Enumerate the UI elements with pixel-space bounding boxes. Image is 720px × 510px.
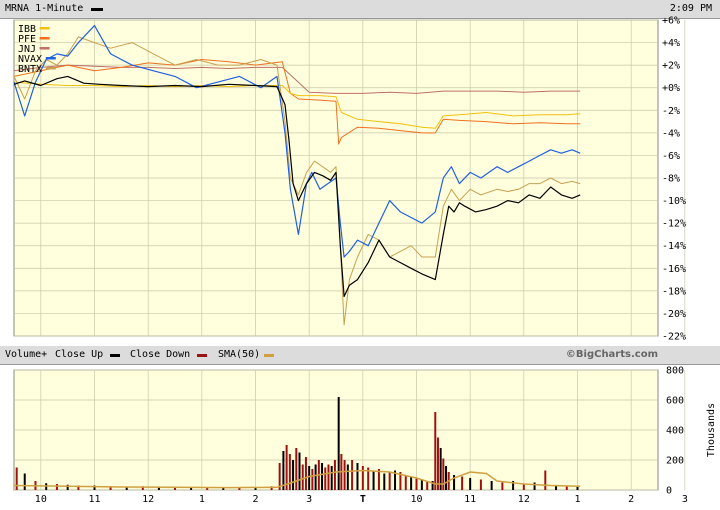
volume-bar — [383, 473, 386, 490]
x-tick-label: 2 — [252, 494, 258, 505]
chart-svg: +6% +4% +2% +0% -2% -4% -6% -8% -10% -12% -14% -16%… — [13, 16, 717, 505]
volume-bar — [576, 487, 579, 490]
volume-y-tick-label: 400 — [666, 426, 684, 437]
volume-bar — [337, 397, 340, 490]
x-tick-label: 12 — [142, 494, 154, 505]
volume-bar — [304, 457, 307, 490]
price-y-tick-label: -18% — [662, 286, 686, 297]
x-tick-label: 10 — [35, 494, 47, 505]
legend-swatch-jnj — [39, 47, 50, 50]
volume-bar — [404, 475, 407, 490]
legend-swatch-nvax — [45, 57, 56, 60]
volume-bar — [330, 466, 333, 490]
x-tick-label: 11 — [88, 494, 100, 505]
volume-bar — [23, 473, 26, 490]
volume-bar — [55, 484, 58, 490]
volume-bar — [490, 481, 493, 490]
volume-bar — [410, 476, 413, 490]
x-tick-label: T — [360, 494, 366, 505]
volume-bar — [282, 451, 285, 490]
x-tick-label: 3 — [682, 494, 688, 505]
x-tick-label: 2 — [628, 494, 634, 505]
price-y-tick-label: -12% — [662, 219, 686, 230]
volume-bar — [372, 470, 375, 490]
price-y-tick-label: -22% — [662, 332, 686, 343]
price-axis: +6% +4% +2% +0% -2% -4% -6% -8% -10% -12% -14% -16%… — [662, 16, 686, 343]
volume-bar — [311, 469, 314, 490]
volume-bar — [308, 466, 311, 490]
x-tick-label: 12 — [518, 494, 530, 505]
legend-swatch-ibb — [39, 27, 50, 30]
volume-bar — [501, 482, 504, 490]
price-y-tick-label: -4% — [662, 128, 680, 139]
volume-bar — [295, 448, 298, 490]
volume-bar — [66, 484, 69, 490]
volume-y-axis-title: Thousands — [706, 403, 717, 457]
price-y-tick-label: -8% — [662, 174, 680, 185]
price-y-tick-label: -14% — [662, 241, 686, 252]
volume-bar — [544, 470, 547, 490]
price-y-tick-label: +6% — [662, 16, 680, 27]
volume-bar — [351, 460, 354, 490]
volume-bar — [461, 476, 464, 490]
price-y-tick-label: -2% — [662, 106, 680, 117]
price-y-tick-label: -6% — [662, 151, 680, 162]
volume-bar — [469, 478, 472, 490]
legend-label-bntx: BNTX — [18, 64, 42, 75]
volume-bar — [288, 454, 291, 490]
volume-bar — [356, 463, 359, 490]
volume-bar — [298, 452, 301, 490]
volume-bar — [292, 460, 295, 490]
price-y-tick-label: +2% — [662, 61, 680, 72]
volume-bar — [445, 466, 448, 490]
volume-y-tick-label: 800 — [666, 366, 684, 377]
volume-bar — [346, 464, 349, 490]
price-y-tick-label: +0% — [662, 83, 680, 94]
volume-bar — [15, 467, 18, 490]
volume-bar — [333, 460, 336, 490]
x-tick-label: 10 — [410, 494, 422, 505]
x-tick-label: 1 — [574, 494, 580, 505]
volume-bar — [301, 464, 304, 490]
price-y-tick-label: -20% — [662, 309, 686, 320]
volume-bar — [533, 482, 536, 490]
legend-swatch-bntx — [45, 67, 56, 70]
volume-bar — [324, 467, 327, 490]
volume-bar — [415, 478, 418, 490]
volume-bar — [361, 466, 364, 490]
x-axis: 10 11 12 1 2 3 T 10 11 12 1 2 3 — [35, 494, 688, 505]
price-y-tick-label: +4% — [662, 38, 680, 49]
x-tick-label: 1 — [199, 494, 205, 505]
legend-swatch-pfe — [39, 37, 50, 40]
volume-bar — [442, 458, 445, 490]
chart-frame: MRNA 1-Minute 2:09 PM Volume+ Close Up C… — [0, 0, 720, 510]
price-y-tick-label: -16% — [662, 264, 686, 275]
volume-bar — [285, 445, 288, 490]
volume-bar — [522, 484, 525, 490]
x-tick-label: 11 — [464, 494, 476, 505]
volume-bar — [479, 479, 482, 490]
volume-bar — [436, 437, 439, 490]
volume-bar — [420, 479, 423, 490]
volume-bar — [343, 460, 346, 490]
volume-y-tick-label: 200 — [666, 456, 684, 467]
x-tick-label: 3 — [306, 494, 312, 505]
volume-bar — [388, 472, 391, 490]
volume-bar — [314, 464, 317, 490]
volume-bar — [434, 412, 437, 490]
price-y-tick-label: -10% — [662, 196, 686, 207]
volume-y-tick-label: 600 — [666, 396, 684, 407]
volume-bar — [327, 464, 330, 490]
volume-y-tick-label: 0 — [666, 486, 672, 497]
volume-bar — [321, 463, 324, 490]
volume-axis: 800 600 400 200 0 Thousands — [666, 366, 717, 497]
